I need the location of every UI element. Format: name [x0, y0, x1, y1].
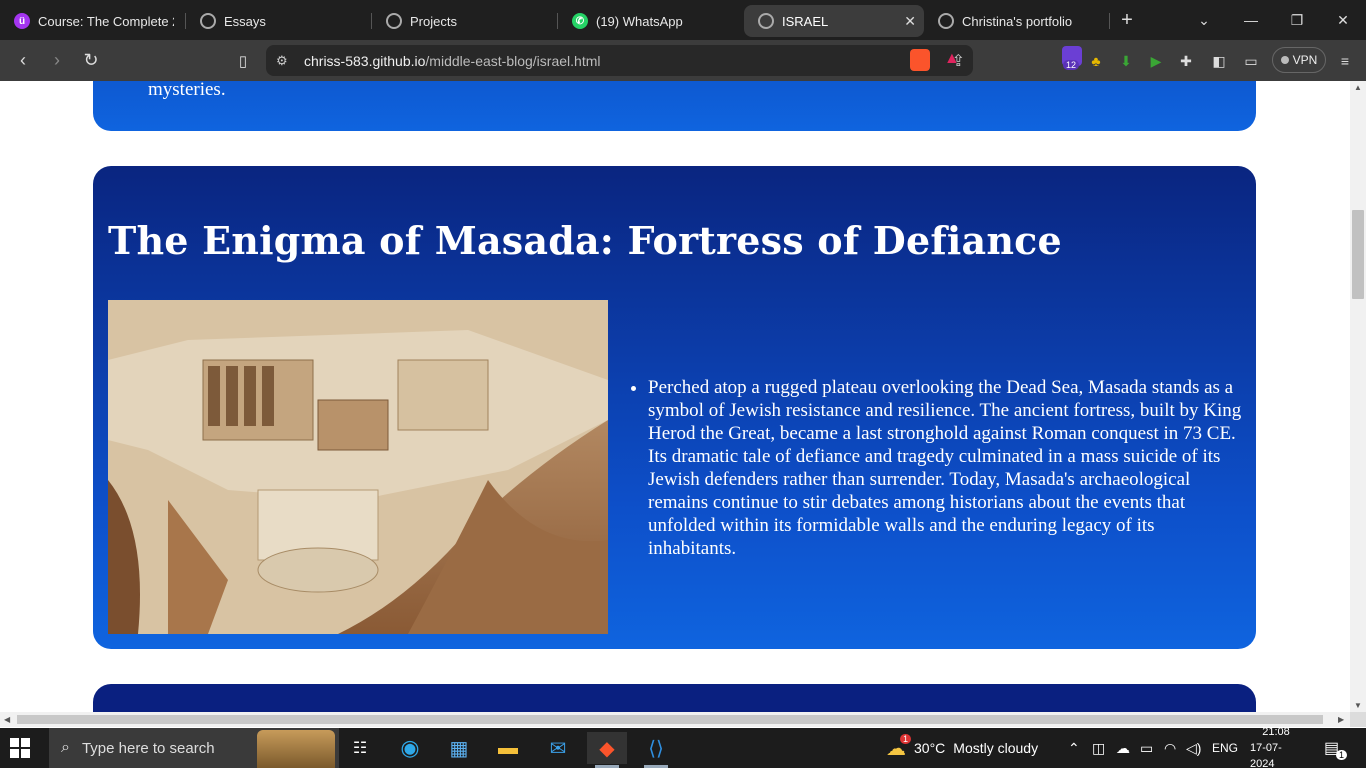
tab-title: Christina's portfolio [962, 13, 1073, 29]
forward-arrow-icon[interactable]: › [40, 44, 74, 78]
store-icon[interactable]: ▦ [439, 732, 479, 764]
brave-taskbar-icon[interactable]: ◆ [587, 732, 627, 768]
vertical-scrollbar[interactable]: ▲ ▼ [1350, 81, 1366, 712]
tab-portfolio[interactable]: Christina's portfolio [924, 5, 1110, 37]
back-arrow-icon[interactable]: ‹ [6, 44, 40, 78]
tab-title: Course: The Complete 202 [38, 13, 174, 29]
url-path: /middle-east-blog/israel.html [425, 52, 601, 69]
previous-article-card: mysteries. [93, 81, 1256, 131]
url-text: chriss-583.github.io/middle-east-blog/is… [304, 53, 600, 69]
new-tab-button[interactable]: + [1104, 0, 1150, 40]
notification-badge: 1 [1336, 750, 1348, 760]
tab-projects[interactable]: Projects [372, 5, 558, 37]
extensions-puzzle-icon[interactable]: ✚ [1173, 48, 1199, 74]
horizontal-scroll-thumb[interactable] [17, 715, 1323, 724]
search-placeholder: Type here to search [81, 739, 215, 757]
bookmark-icon[interactable]: ▯ [226, 44, 260, 78]
tree-extension-icon[interactable]: ♣ [1083, 48, 1109, 74]
menu-icon[interactable]: ≡ [1332, 48, 1358, 74]
scroll-up-icon[interactable]: ▲ [1354, 83, 1362, 92]
masada-photo [108, 300, 608, 634]
windows-taskbar: ⌕ Type here to search ☷ ◉ ▦ ▬ ✉ ◆ ⟨⟩ ☁ 1… [0, 726, 1366, 770]
windows-start-icon[interactable] [10, 738, 30, 758]
next-article-card [93, 684, 1256, 712]
mail-icon[interactable]: ✉ [538, 732, 578, 764]
masada-article-card: The Enigma of Masada: Fortress of Defian… [93, 166, 1256, 649]
whatsapp-icon: ✆ [572, 13, 588, 29]
clock-time: 21:08 [1262, 726, 1290, 738]
taskbar-search-box[interactable]: ⌕ Type here to search [49, 728, 339, 768]
weather-widget[interactable]: ☁ 1 30°C Mostly cloudy [886, 728, 1038, 768]
weather-temp: 30°C [914, 740, 946, 756]
tab-course[interactable]: ü Course: The Complete 202 [0, 5, 186, 37]
vpn-button[interactable]: VPN [1272, 47, 1326, 73]
scroll-down-icon[interactable]: ▼ [1354, 701, 1362, 710]
address-bar[interactable]: ⚙ chriss-583.github.io/middle-east-blog/… [266, 45, 973, 76]
weather-badge: 1 [900, 734, 912, 744]
vpn-status-icon [1280, 56, 1289, 64]
clock[interactable]: 21:08 17-07-2024 [1250, 726, 1302, 770]
udemy-icon: ü [14, 13, 30, 29]
tab-title: ISRAEL [782, 13, 829, 29]
tab-title: Essays [224, 13, 266, 29]
tab-title: (19) WhatsApp [596, 13, 683, 29]
brave-rewards-icon[interactable]: ▲ [944, 50, 960, 68]
reload-icon[interactable]: ↻ [74, 44, 108, 78]
scroll-left-icon[interactable]: ◀ [4, 715, 10, 724]
extension-badge: 12 [1063, 60, 1080, 70]
tray-chevron-icon[interactable]: ⌃ [1068, 728, 1080, 768]
tab-israel[interactable]: ISRAEL ✕ [744, 5, 924, 37]
play-extension-icon[interactable]: ▶ [1143, 48, 1169, 74]
search-icon: ⌕ [61, 739, 70, 756]
weather-desc: Mostly cloudy [953, 740, 1039, 756]
tab-search-chevron-icon[interactable]: ⌄ [1181, 0, 1227, 40]
wallet-icon[interactable]: ▭ [1238, 48, 1264, 74]
close-tab-icon[interactable]: ✕ [904, 13, 916, 30]
brave-shields-icon[interactable] [910, 49, 930, 71]
clock-date: 17-07-2024 [1250, 742, 1282, 770]
globe-icon [200, 13, 216, 29]
file-explorer-icon[interactable]: ▬ [488, 732, 528, 764]
url-host: chriss-583.github.io [304, 52, 426, 69]
language-indicator[interactable]: ENG [1212, 728, 1238, 768]
download-extension-icon[interactable]: ⬇ [1113, 48, 1139, 74]
article-heading: The Enigma of Masada: Fortress of Defian… [108, 218, 1062, 263]
task-view-icon[interactable]: ☷ [340, 732, 380, 764]
horizontal-scrollbar[interactable]: ◀ ▶ [0, 712, 1350, 727]
minimize-button[interactable]: — [1228, 0, 1274, 40]
restore-button[interactable]: ❐ [1274, 0, 1320, 40]
battery-icon[interactable]: ▭ [1140, 728, 1153, 768]
tab-essays[interactable]: Essays [186, 5, 372, 37]
edge-icon[interactable]: ◉ [390, 732, 430, 764]
search-highlight-image [257, 730, 335, 768]
vertical-scroll-thumb[interactable] [1352, 210, 1364, 299]
browser-tab-strip: ü Course: The Complete 202 Essays Projec… [0, 0, 1366, 40]
tab-title: Projects [410, 13, 457, 29]
sidebar-icon[interactable]: ◧ [1206, 48, 1232, 74]
tab-whatsapp[interactable]: ✆ (19) WhatsApp [558, 5, 744, 37]
globe-icon [758, 13, 774, 29]
vscode-icon[interactable]: ⟨⟩ [636, 732, 676, 768]
vpn-label: VPN [1292, 53, 1318, 67]
meet-icon[interactable]: ◫ [1092, 728, 1105, 768]
scrollbar-corner [1350, 712, 1366, 727]
globe-icon [386, 13, 402, 29]
site-info-icon[interactable]: ⚙ [276, 53, 288, 69]
article-bullet-list: Perched atop a rugged plateau overlookin… [648, 376, 1243, 560]
previous-card-text: mysteries. [148, 81, 226, 100]
onedrive-icon[interactable]: ☁ [1116, 728, 1130, 768]
notifications-icon[interactable]: ▤ 1 [1324, 728, 1348, 768]
scroll-right-icon[interactable]: ▶ [1338, 715, 1344, 724]
wifi-icon[interactable]: ◠ [1164, 728, 1176, 768]
globe-icon [938, 13, 954, 29]
article-bullet: Perched atop a rugged plateau overlookin… [648, 376, 1243, 560]
page-viewport: mysteries. The Enigma of Masada: Fortres… [0, 81, 1350, 712]
volume-icon[interactable]: ◁) [1186, 728, 1201, 768]
close-window-button[interactable]: ✕ [1320, 0, 1366, 40]
